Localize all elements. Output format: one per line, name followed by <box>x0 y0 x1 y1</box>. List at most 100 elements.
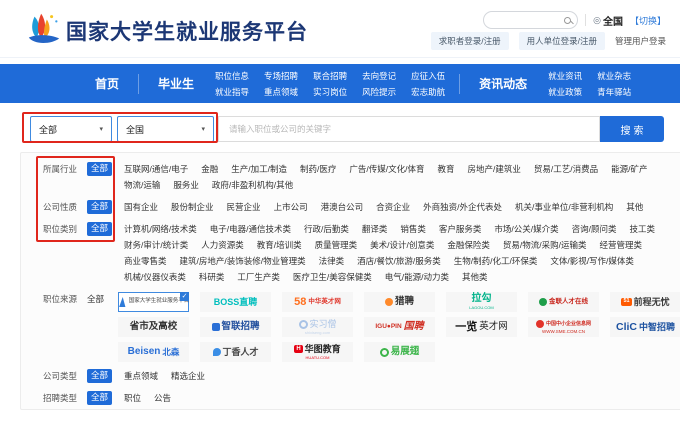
employer-login-button[interactable]: 用人单位登录/注册 <box>519 32 605 50</box>
filter-item[interactable]: 服务业 <box>173 177 199 193</box>
nav-item[interactable]: 风险提示 <box>362 86 396 98</box>
filter-item[interactable]: 经营管理类 <box>600 237 643 253</box>
source-tile-iguopin[interactable]: IGU●PIN国聘 <box>364 317 435 337</box>
source-tile-sme[interactable]: 中国中小企业信息网WWW.SME.COM.CN <box>528 317 599 337</box>
filter-item[interactable]: 精选企业 <box>171 368 205 384</box>
filter-item[interactable]: 咨询/顾问类 <box>572 221 617 237</box>
filter-item[interactable]: 科研类 <box>199 269 225 285</box>
nav-item[interactable]: 就业资讯 <box>548 70 582 82</box>
filter-item[interactable]: 政府/非盈利机构/其他 <box>212 177 293 193</box>
category-select[interactable]: 全部 ▾ <box>30 116 112 142</box>
filter-item[interactable]: 计算机/网络/技术类 <box>124 221 197 237</box>
nav-item[interactable]: 就业指导 <box>215 86 249 98</box>
filter-item[interactable]: 港澳台公司 <box>321 199 364 215</box>
admin-login-link[interactable]: 管理用户登录 <box>615 35 666 47</box>
filter-item[interactable]: 贸易/物流/采购/运输类 <box>503 237 587 253</box>
filter-all-chip[interactable]: 全部 <box>87 162 112 176</box>
nav-item[interactable]: 青年驿站 <box>597 86 631 98</box>
filter-item[interactable]: 电子/电器/通信技术类 <box>210 221 291 237</box>
filter-item[interactable]: 电气/能源/动力类 <box>385 269 449 285</box>
nav-item[interactable]: 去向登记 <box>362 70 396 82</box>
source-all-option[interactable]: 全部 <box>87 291 104 307</box>
filter-item[interactable]: 金融保险类 <box>447 237 490 253</box>
filter-item[interactable]: 贸易/工艺/消费品 <box>534 161 598 177</box>
nav-item[interactable]: 宏志助航 <box>411 86 445 98</box>
source-tile-dingxiang-rencai[interactable]: 丁香人才 <box>200 342 271 362</box>
nav-item[interactable]: 联合招聘 <box>313 70 347 82</box>
search-icon[interactable] <box>564 17 571 24</box>
filter-item[interactable]: 行政/后勤类 <box>304 221 349 237</box>
filter-item[interactable]: 医疗卫生/美容保健类 <box>293 269 372 285</box>
filter-item[interactable]: 物流/运输 <box>124 177 160 193</box>
filter-item[interactable]: 建筑/房地产/装饰装修/物业管理类 <box>180 253 306 269</box>
filter-item[interactable]: 质量管理类 <box>315 237 358 253</box>
filter-item[interactable]: 制药/医疗 <box>300 161 336 177</box>
filter-item[interactable]: 外商独资/外企代表处 <box>423 199 502 215</box>
filter-item[interactable]: 机关/事业单位/非营利机构 <box>515 199 613 215</box>
source-tile-ciic[interactable]: CliC中智招聘 <box>610 317 680 337</box>
nav-item-news[interactable]: 资讯动态 <box>466 75 540 92</box>
filter-item[interactable]: 工厂生产类 <box>237 269 280 285</box>
filter-item[interactable]: 市场/公关/媒介类 <box>494 221 558 237</box>
filter-item[interactable]: 教育/培训类 <box>257 237 302 253</box>
filter-item[interactable]: 上市公司 <box>274 199 308 215</box>
filter-item[interactable]: 机械/仪器仪表类 <box>124 269 186 285</box>
source-tile-shixiseng[interactable]: 实习僧shixiseng.com <box>282 317 353 337</box>
filter-item[interactable]: 互联网/通信/电子 <box>124 161 188 177</box>
filter-item[interactable]: 美术/设计/创意类 <box>370 237 434 253</box>
filter-all-chip[interactable]: 全部 <box>87 369 112 383</box>
filter-item[interactable]: 股份制企业 <box>171 199 214 215</box>
filter-all-chip[interactable]: 全部 <box>87 222 112 236</box>
keyword-input[interactable] <box>218 116 600 142</box>
region-switch-link[interactable]: 【切换】 <box>630 14 666 27</box>
nav-item[interactable]: 职位信息 <box>215 70 249 82</box>
source-tile-jinlian-rencai[interactable]: 金联人才在线 <box>528 292 599 312</box>
filter-item[interactable]: 广告/传媒/文化/体育 <box>349 161 424 177</box>
jobseeker-login-button[interactable]: 求职者登录/注册 <box>431 32 509 50</box>
source-tile-province-universities[interactable]: 省市及高校 <box>118 317 189 337</box>
source-tile-yizhanchi[interactable]: 易展翅 <box>364 342 435 362</box>
filter-item[interactable]: 其他类 <box>462 269 488 285</box>
filter-item[interactable]: 客户服务类 <box>439 221 482 237</box>
source-tile-boss-zhipin[interactable]: BOSS直聘 <box>200 292 271 312</box>
nav-item-graduate[interactable]: 毕业生 <box>145 75 207 92</box>
source-tile-ncss[interactable]: 国家大学生就业服务平台✓ <box>118 292 189 312</box>
filter-item[interactable]: 人力资源类 <box>201 237 244 253</box>
source-tile-51job-qianchengwuyou[interactable]: 51前程无忧 <box>610 292 680 312</box>
search-button[interactable]: 搜索 <box>600 116 664 142</box>
source-tile-beisen[interactable]: Beisen北森 <box>118 342 189 362</box>
header-search-input[interactable] <box>483 11 578 29</box>
filter-item[interactable]: 生物/制药/化工/环保类 <box>454 253 538 269</box>
source-tile-yilan-yingcai[interactable]: 一览英才网 <box>446 317 517 337</box>
filter-item[interactable]: 法律类 <box>319 253 345 269</box>
filter-item[interactable]: 生产/加工/制造 <box>231 161 287 177</box>
region-select[interactable]: 全国 ▾ <box>117 116 214 142</box>
filter-item[interactable]: 酒店/餐饮/旅游/服务类 <box>357 253 441 269</box>
nav-item[interactable]: 就业政策 <box>548 86 582 98</box>
nav-item-home[interactable]: 首页 <box>82 75 132 92</box>
filter-item[interactable]: 能源/矿产 <box>611 161 647 177</box>
filter-item[interactable]: 教育 <box>437 161 454 177</box>
source-tile-huatu[interactable]: H华图教育HUATU.COM <box>282 342 353 362</box>
nav-item[interactable]: 应征入伍 <box>411 70 445 82</box>
filter-item[interactable]: 金融 <box>201 161 218 177</box>
filter-item[interactable]: 合资企业 <box>376 199 410 215</box>
filter-item[interactable]: 民营企业 <box>227 199 261 215</box>
filter-item[interactable]: 技工类 <box>630 221 656 237</box>
filter-item[interactable]: 公告 <box>154 390 171 406</box>
nav-item[interactable]: 就业杂志 <box>597 70 631 82</box>
filter-item[interactable]: 其他 <box>626 199 643 215</box>
source-tile-liepin[interactable]: 猎聘 <box>364 292 435 312</box>
region-selector[interactable]: ◎ 全国 <box>593 13 623 28</box>
filter-item[interactable]: 重点领域 <box>124 368 158 384</box>
filter-all-chip[interactable]: 全部 <box>87 391 112 405</box>
filter-item[interactable]: 文体/影视/写作/媒体类 <box>550 253 634 269</box>
filter-item[interactable]: 国有企业 <box>124 199 158 215</box>
nav-item[interactable]: 专场招聘 <box>264 70 298 82</box>
filter-item[interactable]: 房地产/建筑业 <box>467 161 520 177</box>
filter-item[interactable]: 销售类 <box>400 221 426 237</box>
filter-item[interactable]: 职位 <box>124 390 141 406</box>
filter-item[interactable]: 财务/审计/统计类 <box>124 237 188 253</box>
filter-all-chip[interactable]: 全部 <box>87 200 112 214</box>
source-tile-zhilian[interactable]: 智联招聘 <box>200 317 271 337</box>
